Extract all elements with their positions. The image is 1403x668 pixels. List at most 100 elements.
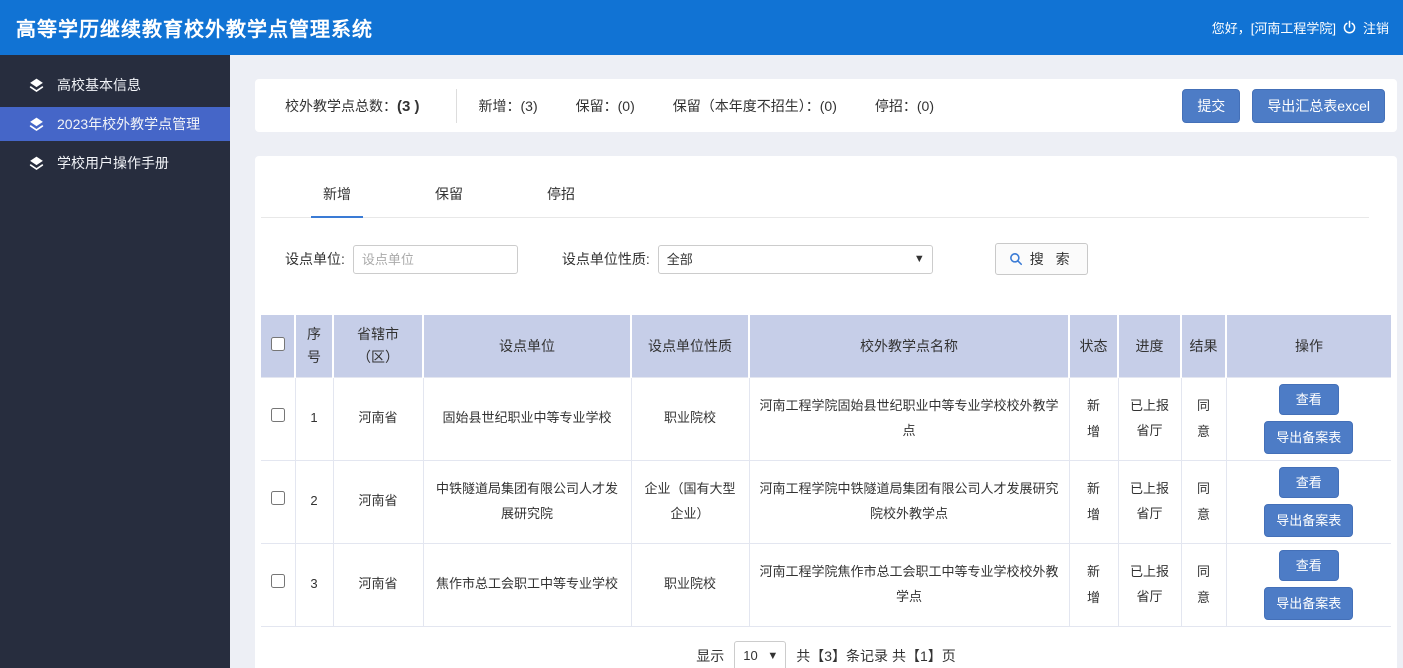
cell-checkbox (261, 543, 295, 626)
header-checkbox-cell (261, 315, 295, 377)
cell-result: 同意 (1181, 460, 1226, 543)
cell-status: 新增 (1069, 543, 1118, 626)
table-row: 2 河南省 中铁隧道局集团有限公司人才发展研究院 企业（国有大型企业） 河南工程… (261, 460, 1391, 543)
stat-total-label: 校外教学点总数： (285, 98, 397, 114)
cell-actions: 查看 导出备案表 (1226, 460, 1391, 543)
stat-value: (0) (820, 98, 837, 114)
layers-icon (28, 155, 45, 172)
header-actions: 操作 (1226, 315, 1391, 377)
user-area: 您好，[河南工程学院] 注销 (1212, 18, 1389, 37)
stat-retain-no-enroll: 保留（本年度不招生）：(0) (673, 96, 837, 116)
cell-result: 同意 (1181, 377, 1226, 460)
cell-progress: 已上报省厅 (1118, 460, 1181, 543)
sidebar-item-university-info[interactable]: 高校基本信息 (0, 68, 230, 102)
sidebar-item-label: 高校基本信息 (57, 75, 141, 95)
cell-point-name: 河南工程学院中铁隧道局集团有限公司人才发展研究院校外教学点 (749, 460, 1069, 543)
export-summary-excel-button[interactable]: 导出汇总表excel (1252, 89, 1385, 123)
sidebar-item-user-manual[interactable]: 学校用户操作手册 (0, 146, 230, 180)
cell-seq: 2 (295, 460, 333, 543)
nature-select-wrap: 全部 ▼ (658, 245, 933, 274)
cell-unit: 固始县世纪职业中等专业学校 (423, 377, 631, 460)
content-panel: 新增 保留 停招 设点单位: 设点单位性质: 全部 ▼ (255, 156, 1397, 668)
cell-nature: 职业院校 (631, 543, 749, 626)
tabs-container: 新增 保留 停招 (255, 156, 1397, 218)
stat-label: 保留（本年度不招生）： (673, 98, 820, 114)
layers-icon (28, 77, 45, 94)
unit-input[interactable] (353, 245, 518, 274)
unit-label: 设点单位: (285, 249, 345, 269)
cell-seq: 1 (295, 377, 333, 460)
cell-progress: 已上报省厅 (1118, 543, 1181, 626)
table-container: 序号 省辖市（区） 设点单位 设点单位性质 校外教学点名称 状态 进度 结果 操… (261, 315, 1391, 627)
cell-city: 河南省 (333, 377, 423, 460)
stat-new: 新增：(3) (479, 96, 538, 116)
nature-label: 设点单位性质: (562, 249, 650, 269)
page-size-select-wrap: 10 ▼ (734, 641, 786, 668)
cell-nature: 企业（国有大型企业） (631, 460, 749, 543)
top-header: 高等学历继续教育校外教学点管理系统 您好，[河南工程学院] 注销 (0, 0, 1403, 55)
layers-icon (28, 116, 45, 133)
search-button[interactable]: 搜 索 (995, 243, 1088, 275)
stat-total: 校外教学点总数：(3 ) (285, 96, 420, 116)
pagination: 显示 10 ▼ 共【3】条记录 共【1】页 (255, 627, 1397, 668)
table-row: 3 河南省 焦作市总工会职工中等专业学校 职业院校 河南工程学院焦作市总工会职工… (261, 543, 1391, 626)
select-all-checkbox[interactable] (271, 337, 285, 351)
export-record-button[interactable]: 导出备案表 (1264, 504, 1353, 537)
nature-select[interactable]: 全部 (658, 245, 933, 274)
stat-value: (0) (917, 98, 934, 114)
cell-point-name: 河南工程学院焦作市总工会职工中等专业学校校外教学点 (749, 543, 1069, 626)
cell-seq: 3 (295, 543, 333, 626)
page-size-select[interactable]: 10 (734, 641, 786, 668)
row-checkbox[interactable] (271, 574, 285, 588)
cell-unit: 中铁隧道局集团有限公司人才发展研究院 (423, 460, 631, 543)
header-unit: 设点单位 (423, 315, 631, 377)
stats-buttons: 提交 导出汇总表excel (1182, 89, 1385, 123)
tabs: 新增 保留 停招 (261, 174, 1369, 218)
header-result: 结果 (1181, 315, 1226, 377)
teaching-points-table: 序号 省辖市（区） 设点单位 设点单位性质 校外教学点名称 状态 进度 结果 操… (261, 315, 1391, 627)
table-row: 1 河南省 固始县世纪职业中等专业学校 职业院校 河南工程学院固始县世纪职业中等… (261, 377, 1391, 460)
cell-checkbox (261, 460, 295, 543)
cell-progress: 已上报省厅 (1118, 377, 1181, 460)
row-checkbox[interactable] (271, 491, 285, 505)
stat-value: (0) (618, 98, 635, 114)
header-status: 状态 (1069, 315, 1118, 377)
tab-new[interactable]: 新增 (311, 174, 363, 218)
table-header-row: 序号 省辖市（区） 设点单位 设点单位性质 校外教学点名称 状态 进度 结果 操… (261, 315, 1391, 377)
stat-label: 保留： (576, 98, 618, 114)
stat-value: (3) (521, 98, 538, 114)
cell-status: 新增 (1069, 377, 1118, 460)
header-point-name: 校外教学点名称 (749, 315, 1069, 377)
search-icon (1009, 252, 1023, 266)
export-record-button[interactable]: 导出备案表 (1264, 421, 1353, 454)
view-button[interactable]: 查看 (1279, 384, 1339, 415)
submit-button[interactable]: 提交 (1182, 89, 1240, 123)
stat-label: 停招： (875, 98, 917, 114)
sidebar-item-2023-teaching-points[interactable]: 2023年校外教学点管理 (0, 107, 230, 141)
search-form: 设点单位: 设点单位性质: 全部 ▼ 搜 索 (285, 243, 1397, 275)
export-record-button[interactable]: 导出备案表 (1264, 587, 1353, 620)
sidebar-item-label: 学校用户操作手册 (57, 153, 169, 173)
cell-point-name: 河南工程学院固始县世纪职业中等专业学校校外教学点 (749, 377, 1069, 460)
stat-retain: 保留：(0) (576, 96, 635, 116)
stats-panel: 校外教学点总数：(3 ) 新增：(3) 保留：(0) 保留（本年度不招生）：(0… (255, 79, 1397, 132)
power-icon[interactable] (1342, 20, 1357, 35)
main-content: 校外教学点总数：(3 ) 新增：(3) 保留：(0) 保留（本年度不招生）：(0… (230, 55, 1403, 668)
cell-status: 新增 (1069, 460, 1118, 543)
tab-stop[interactable]: 停招 (535, 174, 587, 218)
cell-nature: 职业院校 (631, 377, 749, 460)
logout-link[interactable]: 注销 (1363, 18, 1389, 37)
stat-label: 新增： (479, 98, 521, 114)
user-greeting: 您好，[河南工程学院] (1212, 18, 1336, 37)
header-seq: 序号 (295, 315, 333, 377)
tab-retain[interactable]: 保留 (423, 174, 475, 218)
cell-unit: 焦作市总工会职工中等专业学校 (423, 543, 631, 626)
stats-divider (456, 89, 457, 123)
search-button-label: 搜 索 (1030, 249, 1074, 269)
cell-checkbox (261, 377, 295, 460)
view-button[interactable]: 查看 (1279, 467, 1339, 498)
cell-result: 同意 (1181, 543, 1226, 626)
view-button[interactable]: 查看 (1279, 550, 1339, 581)
row-checkbox[interactable] (271, 408, 285, 422)
stat-stop: 停招：(0) (875, 96, 934, 116)
